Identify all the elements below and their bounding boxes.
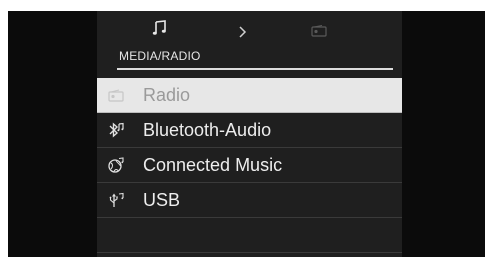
source-list: Radio Bluetooth-Audio Connected Music US… [97, 78, 402, 253]
bluetooth-audio-icon [109, 122, 124, 138]
list-item-label: Bluetooth-Audio [143, 120, 272, 140]
chevron-right-icon[interactable] [238, 26, 248, 38]
media-radio-panel: MEDIA/RADIO Radio Bluetooth-Audio Connec… [97, 11, 402, 257]
list-item-connected-music[interactable]: Connected Music [97, 148, 402, 183]
list-item-empty [97, 218, 402, 253]
list-item-label: USB [143, 190, 181, 210]
list-item-usb[interactable]: USB [97, 183, 402, 218]
list-item-radio[interactable]: Radio [97, 78, 402, 113]
radio-icon [108, 89, 124, 102]
connected-music-icon [108, 157, 124, 173]
list-item-bluetooth-audio[interactable]: Bluetooth-Audio [97, 113, 402, 148]
usb-icon [109, 192, 124, 207]
list-item-label: Radio [143, 85, 191, 105]
panel-header: MEDIA/RADIO [97, 11, 402, 81]
list-item-label: Connected Music [143, 155, 283, 175]
music-note-icon[interactable] [152, 20, 168, 36]
header-title: MEDIA/RADIO [119, 49, 201, 63]
display-frame: MEDIA/RADIO Radio Bluetooth-Audio Connec… [8, 11, 485, 257]
radio-icon[interactable] [311, 25, 327, 37]
header-divider [117, 68, 393, 70]
